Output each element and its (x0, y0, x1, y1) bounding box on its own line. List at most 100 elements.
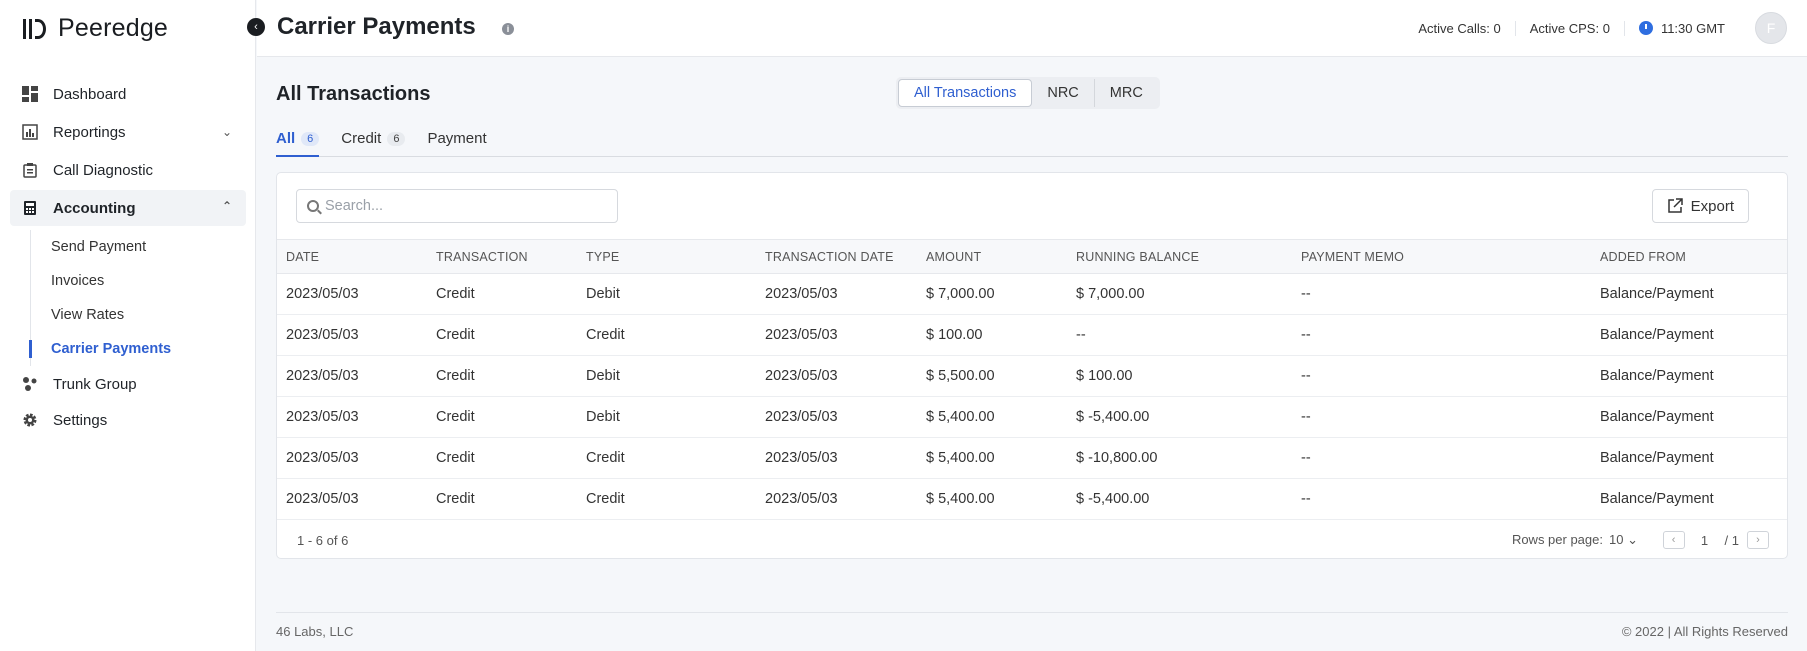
sidebar-item-label: Reportings (53, 123, 126, 141)
cell-transaction-date: 2023/05/03 (756, 437, 917, 479)
segment-mrc[interactable]: MRC (1095, 79, 1158, 107)
header-stats: Active Calls: 0 Active CPS: 0 11:30 GMT … (1404, 10, 1787, 46)
cell-running-balance: $ -5,400.00 (1067, 478, 1292, 520)
tab-label: All (276, 130, 296, 147)
subnav-send-payment[interactable]: Send Payment (31, 230, 246, 264)
external-link-icon (1667, 198, 1683, 213)
tab-label: Credit (341, 130, 382, 147)
transactions-card: Export DATE TRANSACTION TYPE TRANSACTION… (276, 172, 1788, 559)
avatar[interactable]: F (1755, 12, 1787, 44)
subnav-view-rates[interactable]: View Rates (31, 298, 246, 332)
cell-date: 2023/05/03 (277, 314, 427, 356)
table-row[interactable]: 2023/05/03 Credit Credit 2023/05/03 $ 10… (277, 314, 1787, 356)
column-header[interactable]: TRANSACTION (427, 239, 577, 274)
tab-count-badge: 6 (301, 132, 320, 146)
column-header[interactable]: TYPE (577, 239, 756, 274)
calculator-icon (21, 199, 39, 217)
column-header[interactable]: AMOUNT (917, 239, 1067, 274)
cell-payment-memo: -- (1292, 314, 1591, 356)
table-row[interactable]: 2023/05/03 Credit Credit 2023/05/03 $ 5,… (277, 437, 1787, 479)
table-header-row: DATE TRANSACTION TYPE TRANSACTION DATE A… (277, 239, 1787, 274)
sidebar-collapse-button[interactable]: ‹ (247, 18, 265, 36)
cell-date: 2023/05/03 (277, 273, 427, 315)
clock-time: 11:30 GMT (1660, 20, 1725, 36)
clock: 11:30 GMT (1625, 21, 1739, 36)
subnav-carrier-payments[interactable]: Carrier Payments (29, 332, 246, 366)
sidebar-item-label: Settings (53, 411, 108, 429)
tab-count-badge: 6 (387, 132, 406, 146)
cell-date: 2023/05/03 (277, 437, 427, 479)
tab-payment[interactable]: Payment (427, 124, 486, 156)
footer-copyright: © 2022 | All Rights Reserved (1621, 624, 1788, 639)
export-button[interactable]: Export (1651, 189, 1749, 223)
column-header[interactable]: RUNNING BALANCE (1067, 239, 1292, 274)
cell-transaction-date: 2023/05/03 (756, 478, 917, 520)
cell-type: Credit (577, 478, 756, 520)
sidebar-item-trunk-group[interactable]: Trunk Group (10, 366, 246, 402)
prev-page-button[interactable]: ‹ (1662, 531, 1685, 549)
cell-added-from: Balance/Payment (1591, 355, 1787, 397)
page-navigation: ‹ 1 / 1 › (1662, 531, 1769, 549)
chevron-up-icon: ⌃ (221, 199, 232, 213)
cell-amount: $ 5,400.00 (917, 478, 1067, 520)
info-icon[interactable]: i (502, 23, 514, 35)
cell-transaction: Credit (427, 396, 577, 438)
current-page[interactable]: 1 (1693, 533, 1717, 548)
page-title: Carrier Payments (277, 13, 476, 40)
transactions-table: DATE TRANSACTION TYPE TRANSACTION DATE A… (277, 239, 1787, 520)
cell-payment-memo: -- (1292, 273, 1591, 315)
next-page-button[interactable]: › (1747, 531, 1769, 549)
sidebar-item-reportings[interactable]: Reportings ⌄ (10, 114, 246, 150)
active-calls: Active Calls: 0 (1404, 20, 1516, 36)
search-input[interactable] (325, 198, 605, 214)
sidebar-item-dashboard[interactable]: Dashboard (10, 76, 246, 112)
rows-per-page-select[interactable]: 10 ⌄ (1609, 532, 1638, 548)
rows-per-page-value: 10 (1609, 532, 1624, 547)
cell-type: Debit (577, 355, 756, 397)
topbar: Carrier Payments i Active Calls: 0 Activ… (257, 0, 1807, 57)
table-row[interactable]: 2023/05/03 Credit Debit 2023/05/03 $ 5,5… (277, 355, 1787, 397)
transaction-type-switch: All Transactions NRC MRC (896, 77, 1160, 109)
cell-type: Credit (577, 437, 756, 479)
subnav-invoices[interactable]: Invoices (31, 264, 246, 298)
dashboard-icon (21, 85, 39, 103)
cell-added-from: Balance/Payment (1591, 273, 1787, 315)
sidebar-item-settings[interactable]: Settings (10, 402, 246, 438)
cell-transaction-date: 2023/05/03 (756, 314, 917, 356)
section-title: All Transactions (276, 83, 431, 105)
table-row[interactable]: 2023/05/03 Credit Credit 2023/05/03 $ 5,… (277, 478, 1787, 520)
filter-tabs: All 6 Credit 6 Payment (276, 124, 1788, 157)
column-header[interactable]: TRANSACTION DATE (756, 239, 917, 274)
rows-per-page: Rows per page: 10 ⌄ (1512, 532, 1638, 548)
clock-icon (1638, 21, 1653, 35)
column-header[interactable]: PAYMENT MEMO (1292, 239, 1591, 274)
tab-credit[interactable]: Credit 6 (341, 124, 406, 156)
cell-transaction-date: 2023/05/03 (756, 396, 917, 438)
accounting-subnav: Send Payment Invoices View Rates Carrier… (29, 230, 246, 366)
cell-added-from: Balance/Payment (1591, 478, 1787, 520)
cell-payment-memo: -- (1292, 478, 1591, 520)
pagination-range: 1 - 6 of 6 (297, 532, 349, 548)
cell-transaction: Credit (427, 355, 577, 397)
segment-nrc[interactable]: NRC (1032, 79, 1095, 107)
sidebar-item-call-diagnostic[interactable]: Call Diagnostic (10, 152, 246, 188)
sidebar-item-label: Accounting (53, 199, 136, 217)
gear-icon (21, 411, 39, 429)
cell-type: Credit (577, 314, 756, 356)
sidebar-item-accounting[interactable]: Accounting ⌃ (10, 190, 246, 226)
cell-payment-memo: -- (1292, 437, 1591, 479)
segment-all-transactions[interactable]: All Transactions (898, 79, 1033, 107)
column-header[interactable]: ADDED FROM (1591, 239, 1787, 274)
total-pages: / 1 (1724, 532, 1739, 548)
logo[interactable]: Peeredge (22, 14, 168, 43)
export-label: Export (1690, 197, 1734, 215)
sidebar: Peeredge Dashboard Reportings ⌄ Call Dia… (0, 0, 256, 651)
column-header[interactable]: DATE (277, 239, 427, 274)
tab-all[interactable]: All 6 (276, 124, 320, 157)
cell-transaction-date: 2023/05/03 (756, 355, 917, 397)
diagnostic-icon (21, 161, 39, 179)
cell-transaction: Credit (427, 273, 577, 315)
cell-payment-memo: -- (1292, 396, 1591, 438)
table-row[interactable]: 2023/05/03 Credit Debit 2023/05/03 $ 7,0… (277, 273, 1787, 315)
table-row[interactable]: 2023/05/03 Credit Debit 2023/05/03 $ 5,4… (277, 396, 1787, 438)
